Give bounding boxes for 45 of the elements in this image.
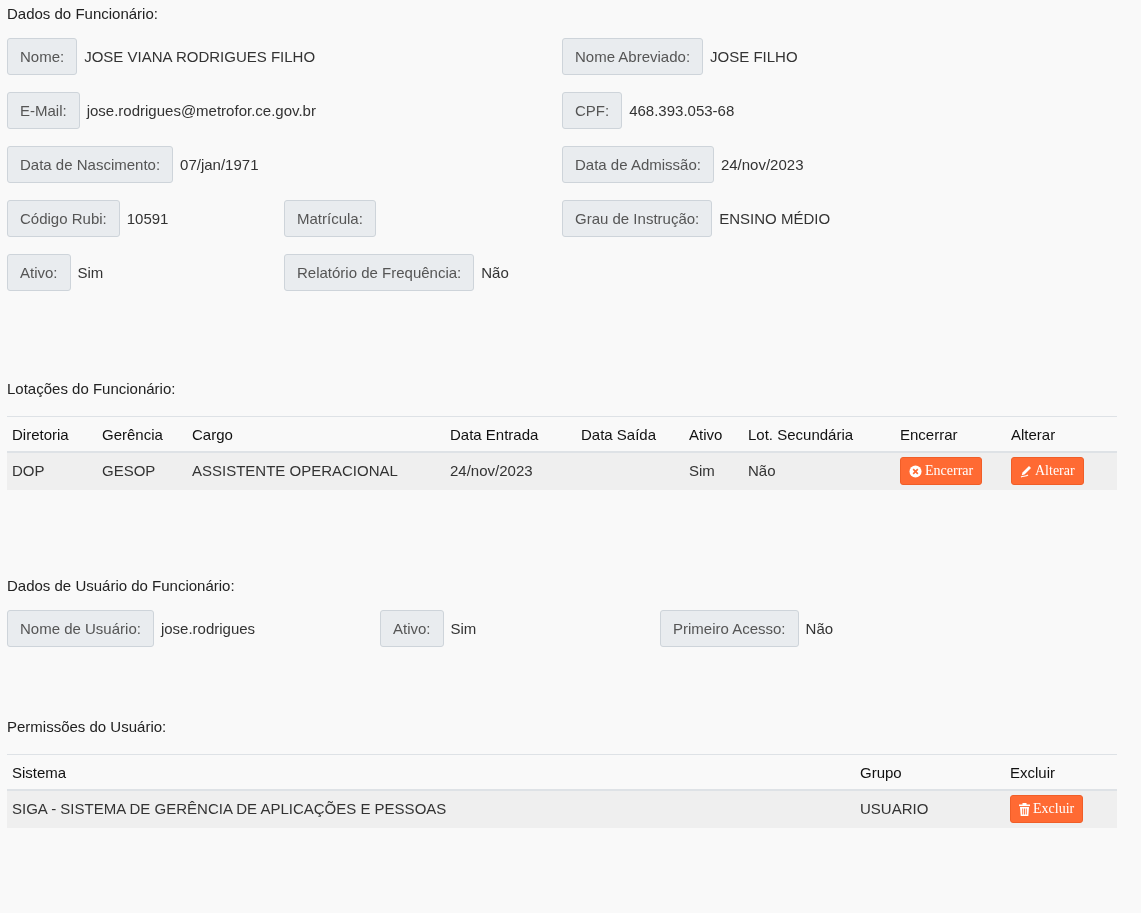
field-label: Grau de Instrução: bbox=[562, 200, 713, 237]
field-label: Nome de Usuário: bbox=[7, 610, 154, 647]
field-label: E-Mail: bbox=[7, 92, 80, 129]
field-value: Não bbox=[481, 264, 509, 281]
section-title: Dados de Usuário do Funcionário: bbox=[7, 577, 235, 594]
section-title: Dados do Funcionário: bbox=[7, 5, 158, 22]
section-title: Lotações do Funcionário: bbox=[7, 380, 176, 397]
table-cell: 24/nov/2023 bbox=[445, 452, 576, 490]
field-value: 07/jan/1971 bbox=[180, 156, 259, 173]
field-label: Nome Abreviado: bbox=[562, 38, 704, 75]
section-title: Permissões do Usuário: bbox=[7, 718, 167, 735]
field-label: Relatório de Frequência: bbox=[284, 254, 475, 291]
field-value: ENSINO MÉDIO bbox=[719, 210, 831, 227]
table-cell: DOP bbox=[7, 452, 97, 490]
table-cell: Sim bbox=[684, 452, 743, 490]
table-cell: USUARIO bbox=[855, 790, 1005, 828]
field-value: Sim bbox=[77, 264, 104, 281]
field-value: 468.393.053-68 bbox=[629, 102, 735, 119]
field-label: Data de Admissão: bbox=[562, 146, 714, 183]
field-value: JOSE FILHO bbox=[710, 48, 798, 65]
field-value: Não bbox=[805, 620, 834, 637]
field-value: JOSE VIANA RODRIGUES FILHO bbox=[84, 48, 316, 65]
field-value: Sim bbox=[450, 620, 477, 637]
field-label: Matrícula: bbox=[284, 200, 376, 237]
pencil-icon bbox=[1020, 464, 1032, 478]
trash-icon bbox=[1019, 802, 1030, 816]
field-label: Nome: bbox=[7, 38, 78, 75]
table-cell: ASSISTENTE OPERACIONAL bbox=[187, 452, 445, 490]
field-label: Primeiro Acesso: bbox=[660, 610, 799, 647]
table-cell: Não bbox=[743, 452, 895, 490]
field-label: Data de Nascimento: bbox=[7, 146, 174, 183]
table-cell: GESOP bbox=[97, 452, 187, 490]
edit-button[interactable]: Alterar bbox=[1011, 457, 1084, 485]
field-value: 24/nov/2023 bbox=[720, 156, 804, 173]
field-label: Ativo: bbox=[380, 610, 444, 647]
close-circle-icon bbox=[909, 464, 922, 478]
field-value: 10591 bbox=[126, 210, 169, 227]
close-button[interactable]: Encerrar bbox=[900, 457, 983, 485]
field-label: CPF: bbox=[562, 92, 623, 129]
table-cell: SIGA - SISTEMA DE GERÊNCIA DE APLICAÇÕES E PESSOAS bbox=[7, 790, 855, 828]
field-label: Ativo: bbox=[7, 254, 71, 291]
field-value: jose.rodrigues bbox=[160, 620, 256, 637]
delete-button[interactable]: Excluir bbox=[1010, 795, 1084, 823]
field-value: jose.rodrigues@metrofor.ce.gov.br bbox=[86, 102, 316, 119]
field-label: Código Rubi: bbox=[7, 200, 120, 237]
